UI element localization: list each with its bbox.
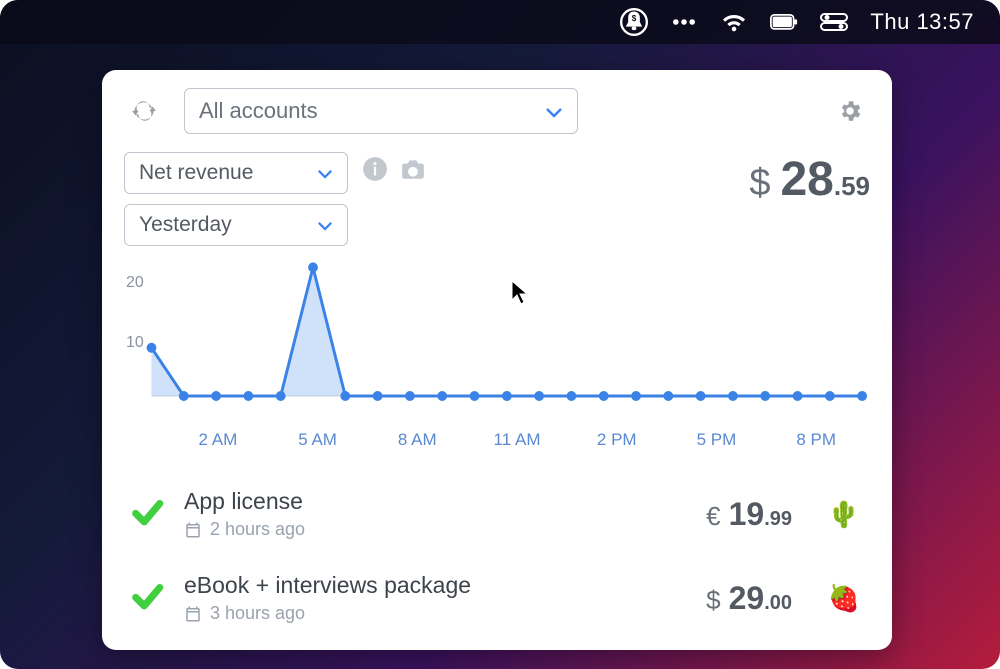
revenue-chart: 20 10 2 AM5 AM8 AM11 AM2 PM5 PM8 PM [124,256,870,450]
transaction-currency: € [706,501,720,532]
transaction-subtitle: 3 hours ago [184,603,471,624]
transaction-title: App license [184,488,305,515]
desktop-viewport: $ Thu 13:57 All accounts [0,0,1000,669]
metric-selector-label: Net revenue [139,161,253,185]
transaction-title: eBook + interviews package [184,572,471,599]
transaction-subtitle: 2 hours ago [184,519,305,540]
transaction-cents: .99 [764,508,792,530]
transaction-time: 3 hours ago [210,603,305,624]
settings-button[interactable] [830,91,870,131]
chevron-down-icon [545,98,563,124]
transaction-row[interactable]: eBook + interviews package 3 hours ago $29… [124,556,870,640]
svg-text:$: $ [632,14,637,23]
menubar-clock[interactable]: Thu 13:57 [870,9,974,35]
camera-icon[interactable] [400,156,426,187]
transaction-currency: $ [706,585,720,616]
total-whole: 28 [780,153,833,206]
total-cents: .59 [834,171,870,201]
control-center-icon[interactable] [820,8,848,36]
info-icon[interactable] [362,156,388,187]
chart-x-axis: 2 AM5 AM8 AM11 AM2 PM5 PM8 PM [124,426,870,450]
transaction-amount: $29.00 [706,580,792,617]
chart-x-tick: 2 AM [168,430,268,450]
period-selector-label: Yesterday [139,213,232,237]
transactions-list: App license 2 hours ago €19.99 🌵 eBook + int… [124,472,870,640]
refresh-button[interactable] [124,91,164,131]
calendar-icon [184,521,202,539]
macos-menubar: $ Thu 13:57 [0,0,1000,44]
menubar-popover: All accounts Net revenue Yesterday [102,70,892,650]
metric-selector[interactable]: Net revenue [124,152,348,194]
chevron-down-icon [317,213,333,237]
chart-canvas [124,256,870,426]
more-icon[interactable] [670,8,698,36]
chart-x-tick: 8 PM [766,430,866,450]
transaction-body: eBook + interviews package 3 hours ago [184,572,471,624]
period-selector[interactable]: Yesterday [124,204,348,246]
transaction-row[interactable]: App license 2 hours ago €19.99 🌵 [124,472,870,556]
account-selector-label: All accounts [199,98,318,124]
calendar-icon [184,605,202,623]
transaction-amount: €19.99 [706,496,792,533]
transaction-emoji: 🍓 [824,583,864,614]
chart-y-tick: 20 [126,274,144,292]
transaction-body: App license 2 hours ago [184,488,305,540]
chart-x-tick: 8 AM [367,430,467,450]
transaction-emoji: 🌵 [824,499,864,530]
chart-x-tick: 5 PM [667,430,767,450]
transaction-whole: 29 [729,580,765,616]
wifi-icon[interactable] [720,8,748,36]
filters-row: Net revenue Yesterday $ 28.59 [124,152,870,246]
chart-x-tick: 5 AM [268,430,368,450]
chart-x-tick: 2 PM [567,430,667,450]
transaction-cents: .00 [764,592,792,614]
checkmark-icon [130,495,164,534]
battery-icon[interactable] [770,8,798,36]
chart-y-tick: 10 [126,334,144,352]
transaction-whole: 19 [729,496,765,532]
account-selector[interactable]: All accounts [184,88,578,134]
chart-x-tick: 11 AM [467,430,567,450]
transaction-time: 2 hours ago [210,519,305,540]
total-currency: $ [749,162,770,205]
chevron-down-icon [317,161,333,185]
menubar-app-icon[interactable]: $ [620,8,648,36]
checkmark-icon [130,579,164,618]
popover-header: All accounts [124,88,870,134]
total-amount: $ 28.59 [749,152,870,207]
